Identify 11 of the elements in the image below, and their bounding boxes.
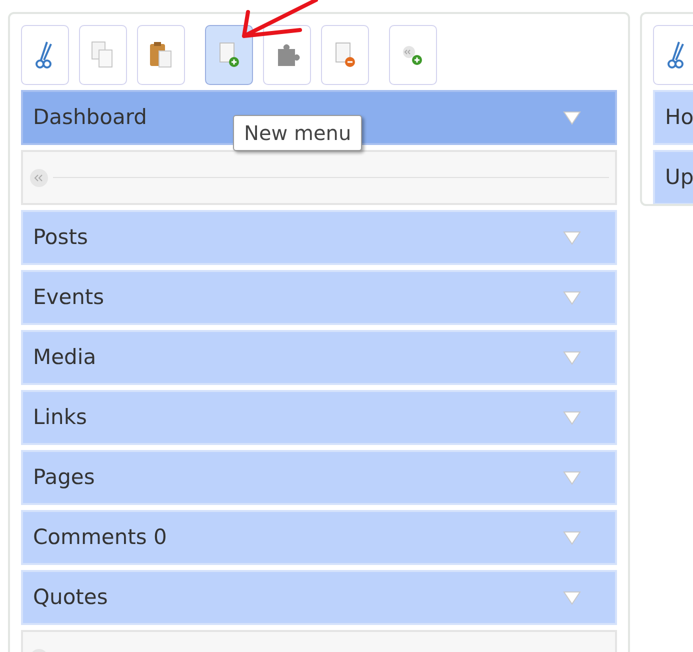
menu-label: Quotes [33,584,108,611]
tooltip: New menu [233,115,362,151]
menu-label: Dashboard [33,104,147,131]
menu-label: Comments 0 [33,524,167,551]
menu-label: Pages [33,464,95,491]
menu-label: Posts [33,224,88,251]
menu-label: Ho [665,104,693,131]
menu-label: Media [33,344,96,371]
menu-label: Up [665,164,693,191]
menu-label: Links [33,404,87,431]
menu-label: Events [33,284,104,311]
